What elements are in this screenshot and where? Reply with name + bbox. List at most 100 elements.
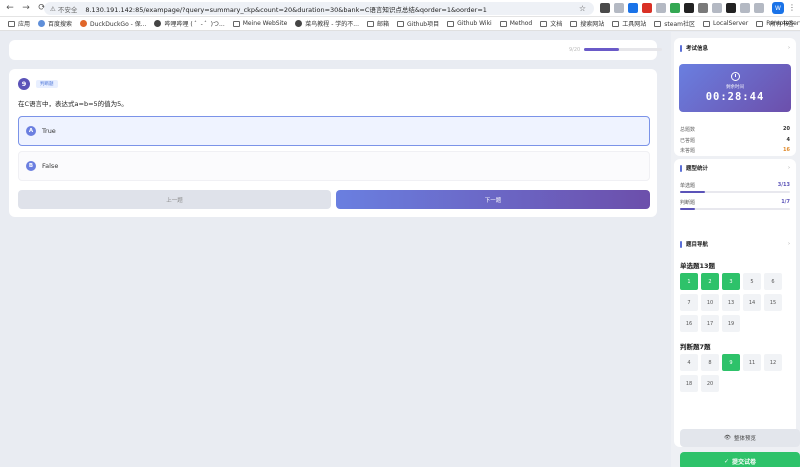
bookmark-item[interactable]: DuckDuckGo - 保...: [80, 19, 146, 28]
question-nav-item[interactable]: 4: [680, 354, 698, 371]
question-nav-panel: 题目导航 › 单选题13题 1 2 3 5 6 7 10 13 14 15 16 17 19 判断题7题…: [674, 235, 796, 447]
question-nav-header[interactable]: 题目导航 ›: [680, 240, 790, 248]
bookmark-item[interactable]: LocalServer: [702, 20, 748, 27]
bookmark-icon: [38, 20, 46, 27]
bookmark-item[interactable]: 邮箱: [367, 19, 389, 28]
question-nav-item[interactable]: 17: [701, 315, 719, 332]
puzzle-icon[interactable]: [740, 3, 750, 13]
bookmark-item[interactable]: Github项目: [397, 19, 439, 28]
folder-icon: [367, 20, 374, 27]
question-nav-item[interactable]: 19: [722, 315, 740, 332]
next-button[interactable]: 下一题: [336, 190, 650, 209]
clock-icon: [731, 72, 740, 81]
extensions-area: [600, 3, 764, 13]
folder-icon: [499, 20, 507, 27]
prev-button[interactable]: 上一题: [18, 190, 331, 209]
bookmark-item[interactable]: steam社区: [654, 19, 695, 28]
option-a[interactable]: A True: [18, 116, 650, 146]
bookmark-item[interactable]: 百度搜索: [38, 19, 72, 28]
bookmark-label: 哔哩哔哩 ( ゜- ゜)つ...: [164, 21, 225, 28]
question-nav-item[interactable]: 9: [722, 354, 740, 371]
bookmark-item[interactable]: 哔哩哔哩 ( ゜- ゜)つ...: [154, 19, 225, 28]
timer-box: 剩余时间 00:28:44: [679, 64, 791, 112]
eye-icon: 👁: [724, 435, 731, 441]
bookmarks-bar: 应用 百度搜索 DuckDuckGo - 保... 哔哩哔哩 ( ゜- ゜)つ... M…: [0, 17, 800, 31]
single-choice-title: 单选题13题: [680, 262, 716, 270]
question-nav-item[interactable]: 14: [743, 294, 761, 311]
question-nav-item[interactable]: 15: [764, 294, 782, 311]
submit-button[interactable]: ✓ 提交试卷: [680, 452, 800, 467]
sidebar: 考试信息 › 剩余时间 00:28:44 总题数 20 已答题 4 未答题 16…: [671, 32, 800, 467]
all-bookmarks[interactable]: 所有书签: [770, 19, 794, 28]
bookmark-item[interactable]: Meine WebSite: [232, 20, 288, 27]
question-nav-item[interactable]: 12: [764, 354, 782, 371]
bookmark-label: 搜索网站: [580, 21, 605, 28]
bookmark-label: Meine WebSite: [242, 20, 288, 27]
bookmark-item[interactable]: 应用: [8, 19, 30, 28]
extension-icon[interactable]: [712, 3, 722, 13]
extension-icon[interactable]: [726, 3, 736, 13]
question-nav-item[interactable]: 20: [701, 375, 719, 392]
browser-toolbar: ← → ⟳ ⚠ 不安全 8.130.191.142:85/exampage/?qu…: [0, 0, 800, 17]
bookmark-label: 应用: [18, 21, 31, 28]
extension-icon[interactable]: [684, 3, 694, 13]
bookmark-star-icon[interactable]: ☆: [579, 4, 586, 13]
progress-fill: [584, 48, 620, 51]
overview-button[interactable]: 👁 整体预览: [680, 429, 800, 447]
forward-icon[interactable]: →: [20, 2, 32, 14]
stat-answered: 已答题 4: [680, 137, 790, 144]
bookmark-label: 邮箱: [377, 21, 390, 28]
extension-icon[interactable]: [600, 3, 610, 13]
question-nav-item[interactable]: 10: [701, 294, 719, 311]
bookmark-item[interactable]: 菜鸟教程 - 学的不...: [295, 19, 359, 28]
stat-unanswered: 未答题 16: [680, 147, 790, 154]
extension-icon[interactable]: [628, 3, 638, 13]
question-nav-item[interactable]: 2: [701, 273, 719, 290]
question-nav-item[interactable]: 7: [680, 294, 698, 311]
question-nav-item[interactable]: 1: [680, 273, 698, 290]
type-stat-single-bar: [680, 191, 790, 193]
folder-icon: [570, 20, 578, 27]
extension-icon[interactable]: [656, 3, 666, 13]
security-indicator[interactable]: ⚠ 不安全: [50, 4, 77, 14]
extension-icon[interactable]: [642, 3, 652, 13]
exam-info-title: 考试信息: [686, 46, 709, 52]
question-nav-item[interactable]: 18: [680, 375, 698, 392]
sidebar-icon[interactable]: [754, 3, 764, 13]
bookmark-item[interactable]: 搜索网站: [570, 19, 604, 28]
exam-info-header[interactable]: 考试信息 ›: [680, 44, 790, 52]
question-nav-item[interactable]: 8: [701, 354, 719, 371]
extension-icon[interactable]: [670, 3, 680, 13]
folder-icon: [612, 20, 620, 27]
question-nav-item[interactable]: 11: [743, 354, 761, 371]
type-stats-header[interactable]: 题型统计 ›: [680, 164, 790, 172]
menu-icon[interactable]: ⋮: [788, 3, 796, 12]
question-nav-item[interactable]: 13: [722, 294, 740, 311]
question-nav-item[interactable]: 6: [764, 273, 782, 290]
question-nav-item[interactable]: 5: [743, 273, 761, 290]
address-bar[interactable]: ⚠ 不安全 8.130.191.142:85/exampage/?query=su…: [44, 2, 594, 15]
option-b[interactable]: B False: [18, 151, 650, 181]
question-nav-item[interactable]: 3: [722, 273, 740, 290]
back-icon[interactable]: ←: [4, 2, 16, 14]
bookmark-label: 百度搜索: [48, 21, 73, 28]
bookmark-label: DuckDuckGo - 保...: [90, 21, 147, 28]
folder-icon: [702, 20, 710, 27]
bookmark-item[interactable]: 工具网站: [612, 19, 646, 28]
extension-icon[interactable]: [614, 3, 624, 13]
option-letter: B: [26, 161, 36, 171]
url-text: 8.130.191.142:85/exampage/?query=summary…: [85, 5, 487, 14]
option-label: False: [42, 162, 59, 170]
bookmark-icon: [154, 20, 162, 27]
progress-text: 9/20: [569, 47, 581, 53]
chevron-icon: ›: [788, 165, 790, 171]
folder-icon: [540, 20, 548, 27]
bookmark-label: 工具网站: [622, 21, 647, 28]
profile-avatar[interactable]: W: [772, 2, 784, 14]
question-nav-item[interactable]: 16: [680, 315, 698, 332]
extension-icon[interactable]: [698, 3, 708, 13]
bookmark-icon: [232, 20, 240, 27]
bookmark-item[interactable]: Github Wiki: [447, 20, 492, 27]
bookmark-item[interactable]: Method: [499, 20, 532, 27]
bookmark-item[interactable]: 文档: [540, 19, 562, 28]
